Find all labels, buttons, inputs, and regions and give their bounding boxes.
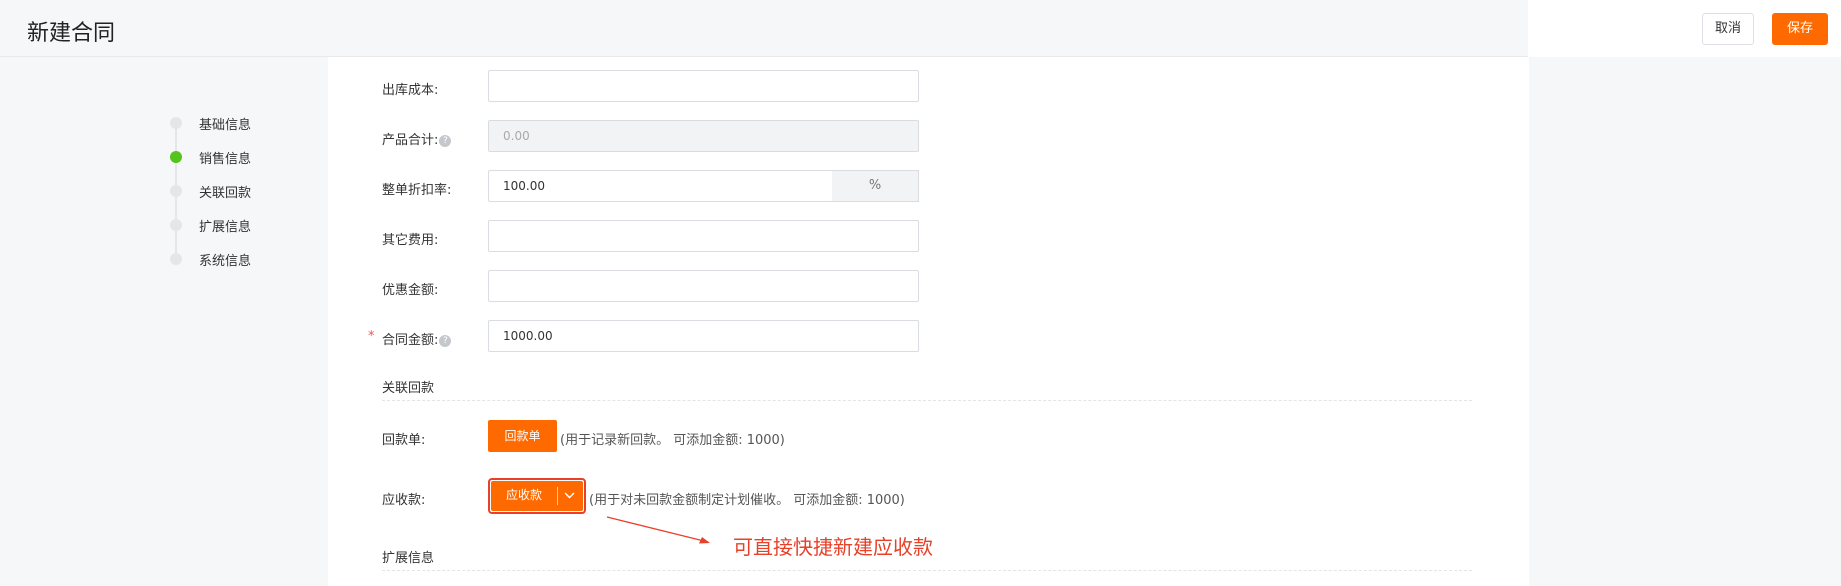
percent-addon: % <box>832 170 919 202</box>
step-dot <box>170 219 182 231</box>
add-receipt-button[interactable]: 回款单 <box>488 420 557 452</box>
receipt-hint: (用于记录新回款。 可添加金额: 1000) <box>560 433 785 448</box>
cancel-button[interactable]: 取消 <box>1702 13 1754 45</box>
discount-amount-row: 优惠金额: <box>328 270 1529 304</box>
discount-amount-label: 优惠金额: <box>382 283 439 298</box>
receivable-hint: (用于对未回款金额制定计划催收。 可添加金额: 1000) <box>589 493 905 508</box>
outbound-cost-label: 出库成本: <box>382 83 439 98</box>
receipt-row: 回款单: 回款单 (用于记录新回款。 可添加金额: 1000) <box>328 420 1529 454</box>
other-fees-input[interactable] <box>488 220 919 252</box>
step-label: 扩展信息 <box>199 220 252 235</box>
step-basic-info[interactable]: 基础信息 <box>166 112 306 133</box>
other-fees-row: 其它费用: <box>328 220 1529 254</box>
page-title: 新建合同 <box>27 21 116 46</box>
contract-amount-input[interactable] <box>488 320 919 352</box>
step-extension-info[interactable]: 扩展信息 <box>166 214 306 235</box>
product-total-input <box>488 120 919 152</box>
discount-rate-row: 整单折扣率: % <box>328 170 1529 204</box>
section-title: 扩展信息 <box>382 551 435 566</box>
discount-rate-label: 整单折扣率: <box>382 183 452 198</box>
step-label: 系统信息 <box>199 254 252 269</box>
product-total-label: 产品合计:? <box>382 129 452 148</box>
contract-amount-row: * 合同金额:? <box>328 320 1529 354</box>
outbound-cost-input[interactable] <box>488 70 919 102</box>
help-icon[interactable]: ? <box>439 135 452 147</box>
receivable-row: 应收款: 应收款 (用于对未回款金额制定计划催收。 可添加金额: 1000) <box>328 478 1529 514</box>
step-dot <box>170 185 182 197</box>
other-fees-label: 其它费用: <box>382 233 439 248</box>
step-dot-active <box>170 151 182 163</box>
step-dot <box>170 117 182 129</box>
step-dot <box>170 253 182 265</box>
contract-amount-label: 合同金额:? <box>382 329 452 348</box>
discount-rate-input[interactable] <box>488 170 833 202</box>
receivable-dropdown-toggle[interactable] <box>558 481 581 511</box>
receipt-label: 回款单: <box>382 433 426 448</box>
help-icon[interactable]: ? <box>439 335 452 347</box>
step-label: 基础信息 <box>199 118 252 133</box>
receivable-label: 应收款: <box>382 493 426 508</box>
step-sales-info[interactable]: 销售信息 <box>166 146 306 167</box>
discount-amount-input[interactable] <box>488 270 919 302</box>
product-total-row: 产品合计:? <box>328 120 1529 154</box>
outbound-cost-row: 出库成本: <box>328 70 1529 104</box>
annotation-arrow-icon <box>606 516 710 544</box>
add-receivable-button[interactable]: 应收款 <box>491 481 557 511</box>
step-payment[interactable]: 关联回款 <box>166 180 306 201</box>
step-label: 销售信息 <box>199 152 252 167</box>
form-panel: 出库成本: 产品合计:? 整单折扣率: % 其它费用: 优惠金额: * 合同金额… <box>328 57 1529 586</box>
chevron-down-icon <box>564 492 575 499</box>
split-button-body: 应收款 <box>491 481 583 511</box>
section-title: 关联回款 <box>382 381 435 396</box>
receivable-split-button: 应收款 <box>488 478 586 514</box>
step-system-info[interactable]: 系统信息 <box>166 248 306 269</box>
step-label: 关联回款 <box>199 186 252 201</box>
annotation-text: 可直接快捷新建应收款 <box>733 535 933 559</box>
save-button[interactable]: 保存 <box>1772 13 1828 45</box>
payment-section-header: 关联回款 <box>382 371 1472 401</box>
required-marker: * <box>368 329 375 344</box>
